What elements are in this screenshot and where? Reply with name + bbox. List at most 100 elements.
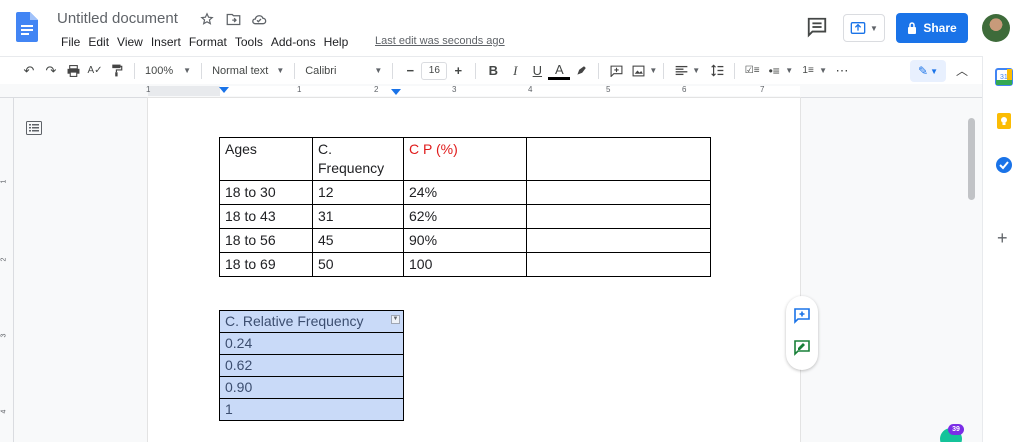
last-edit-link[interactable]: Last edit was seconds ago <box>375 35 505 47</box>
docs-logo-icon[interactable] <box>16 12 38 42</box>
table-cell[interactable]: 31 <box>312 204 404 229</box>
calendar-icon[interactable]: 31 <box>995 68 1013 86</box>
get-addons-plus-icon[interactable]: + <box>997 228 1008 249</box>
column-menu-chevron-down-icon[interactable]: ▼ <box>391 315 400 324</box>
table-cell[interactable]: 0.24 <box>219 332 404 355</box>
table-cell[interactable]: 45 <box>312 228 404 253</box>
table-row: 0.90 <box>219 376 404 399</box>
table-cell[interactable]: C P (%) <box>403 137 527 181</box>
star-icon[interactable] <box>198 10 216 28</box>
menu-file[interactable]: File <box>57 33 84 51</box>
vertical-ruler: 1 2 3 4 <box>0 98 14 442</box>
highlight-icon[interactable] <box>570 60 592 82</box>
table-cell[interactable] <box>526 228 711 253</box>
menu-view[interactable]: View <box>113 33 147 51</box>
table-row: Ages C. Frequency C P (%) <box>219 137 711 181</box>
move-folder-icon[interactable] <box>224 10 242 28</box>
vruler-number: 3 <box>0 333 8 338</box>
document-title[interactable]: Untitled document <box>57 10 178 27</box>
table-cell[interactable] <box>526 180 711 205</box>
increase-font-size-button[interactable]: + <box>447 60 469 82</box>
table-cell[interactable]: 18 to 30 <box>219 180 313 205</box>
table-cell[interactable]: Ages <box>219 137 313 181</box>
menu-format[interactable]: Format <box>185 33 231 51</box>
share-button[interactable]: Share <box>896 13 968 43</box>
table-cell[interactable] <box>526 252 711 277</box>
app-header: Untitled document File Edit View Insert … <box>0 0 1024 56</box>
spellcheck-icon[interactable]: A✓ <box>84 60 106 82</box>
tasks-icon[interactable] <box>995 156 1013 174</box>
undo-icon[interactable]: ↶ <box>18 60 40 82</box>
grammarly-badge: 39 <box>948 424 964 435</box>
zoom-dropdown[interactable]: 100% ▼ <box>141 60 195 82</box>
horizontal-ruler: 1 1 2 3 4 5 6 7 <box>0 84 982 98</box>
editing-mode-button[interactable]: ✎ ▼ <box>910 60 946 82</box>
menu-addons[interactable]: Add-ons <box>267 33 320 51</box>
frequency-table[interactable]: Ages C. Frequency C P (%) 18 to 30 12 24… <box>219 137 711 277</box>
avatar[interactable] <box>982 14 1010 42</box>
more-options-icon[interactable]: ⋯ <box>831 60 853 82</box>
vertical-scrollbar[interactable] <box>968 118 975 200</box>
table-cell[interactable]: C. Frequency <box>312 137 404 181</box>
table-cell[interactable]: 50 <box>312 252 404 277</box>
table-cell[interactable]: 90% <box>403 228 527 253</box>
comment-history-icon[interactable] <box>806 16 828 38</box>
cloud-status-icon[interactable] <box>250 10 268 28</box>
table-cell[interactable]: 24% <box>403 180 527 205</box>
line-spacing-icon[interactable] <box>706 60 728 82</box>
toolbar-divider <box>201 62 203 79</box>
font-size-input[interactable]: 16 <box>421 61 448 80</box>
bold-icon[interactable]: B <box>482 60 504 82</box>
menu-tools[interactable]: Tools <box>231 33 267 51</box>
table-cell[interactable]: C. Relative Frequency ▼ <box>219 310 404 333</box>
numbered-list-icon[interactable]: 1≡ <box>797 60 819 82</box>
italic-icon[interactable]: I <box>504 60 526 82</box>
chevron-down-icon[interactable]: ▼ <box>819 66 827 75</box>
table-cell[interactable]: 0.90 <box>219 376 404 399</box>
text-color-icon[interactable]: A <box>548 62 571 80</box>
menu-insert[interactable]: Insert <box>147 33 185 51</box>
table-cell[interactable]: 62% <box>403 204 527 229</box>
chevron-down-icon: ▼ <box>276 66 285 75</box>
table-cell[interactable]: 18 to 43 <box>219 204 313 229</box>
table-cell[interactable]: 12 <box>312 180 404 205</box>
present-button[interactable]: ▼ <box>843 14 885 42</box>
print-icon[interactable] <box>62 60 84 82</box>
bulleted-list-icon[interactable]: •≡ <box>763 60 785 82</box>
table-cell[interactable]: 18 to 69 <box>219 252 313 277</box>
first-line-indent-marker[interactable] <box>219 87 229 93</box>
add-comment-icon[interactable] <box>794 308 810 324</box>
hide-menus-chevron-up-icon[interactable]: ︿ <box>956 62 968 79</box>
insert-image-icon[interactable] <box>627 60 649 82</box>
underline-icon[interactable]: U <box>526 60 548 82</box>
paragraph-style-dropdown[interactable]: Normal text ▼ <box>208 60 288 82</box>
table-cell[interactable]: 100 <box>403 252 527 277</box>
checklist-icon[interactable]: ☑≡ <box>741 60 763 82</box>
relative-frequency-table[interactable]: C. Relative Frequency ▼ 0.24 0.62 0.90 1 <box>219 310 404 421</box>
document-outline-icon[interactable] <box>26 121 42 135</box>
table-cell[interactable]: 18 to 56 <box>219 228 313 253</box>
table-cell[interactable]: 0.62 <box>219 354 404 377</box>
menu-edit[interactable]: Edit <box>84 33 113 51</box>
chevron-down-icon[interactable]: ▼ <box>692 66 700 75</box>
document-page[interactable]: Ages C. Frequency C P (%) 18 to 30 12 24… <box>148 98 800 442</box>
align-left-icon[interactable] <box>670 60 692 82</box>
svg-text:31: 31 <box>1000 74 1008 81</box>
suggest-edits-icon[interactable] <box>794 340 810 356</box>
table-cell[interactable] <box>526 137 711 181</box>
paint-format-icon[interactable] <box>106 60 128 82</box>
table-row: 18 to 56 45 90% <box>219 228 711 253</box>
font-dropdown[interactable]: Calibri ▼ <box>301 60 386 82</box>
decrease-font-size-button[interactable]: − <box>399 60 421 82</box>
menu-help[interactable]: Help <box>320 33 353 51</box>
redo-icon[interactable]: ↷ <box>40 60 62 82</box>
keep-icon[interactable] <box>995 112 1013 130</box>
add-comment-icon[interactable] <box>605 60 627 82</box>
table-row: 1 <box>219 398 404 421</box>
table-cell[interactable] <box>526 204 711 229</box>
table-column-marker[interactable] <box>391 89 401 95</box>
ruler-left-margin[interactable] <box>148 86 220 96</box>
chevron-down-icon[interactable]: ▼ <box>649 66 657 75</box>
table-cell[interactable]: 1 <box>219 398 404 421</box>
chevron-down-icon[interactable]: ▼ <box>785 66 793 75</box>
